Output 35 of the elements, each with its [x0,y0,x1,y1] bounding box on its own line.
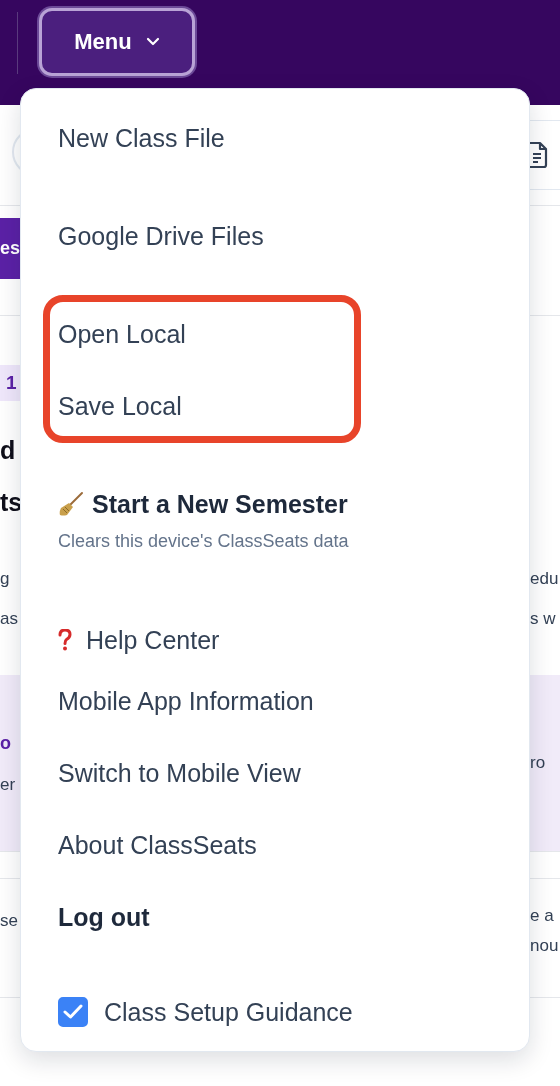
paragraph-text: s w [530,608,557,630]
menu-item[interactable]: Switch to Mobile View [21,737,529,809]
menu-item-label: Help Center [86,625,220,655]
menu-item[interactable]: Save Local [21,370,529,442]
paragraph-text: g [0,568,11,590]
question-icon [58,629,72,651]
menu-item[interactable]: Open Local [21,298,529,370]
callout-title: o [0,732,12,755]
callout-text: ro [530,752,547,774]
count-badge: 1 [0,365,21,401]
broom-icon [58,491,84,517]
menu-item[interactable]: About ClassSeats [21,809,529,881]
menu-item-label: Start a New Semester [92,489,348,520]
menu-button[interactable]: Menu [39,8,195,76]
checkmark-icon [63,1004,83,1020]
menu-item[interactable]: Log out [21,881,529,953]
paragraph-text: as [0,608,18,630]
menu-item[interactable]: Mobile App Information [21,665,529,737]
menu-item[interactable]: Google Drive Files [21,200,529,272]
menu-item[interactable]: Start a New Semester Clears this device's ClassSeats data [21,468,529,588]
chevron-down-icon [145,37,160,47]
footer-text: nou [530,935,560,957]
footer-text: e a [530,905,555,927]
checkbox[interactable] [58,997,88,1027]
menu-item[interactable]: Help Center [21,615,529,665]
page-heading: d [0,435,16,466]
menu-item[interactable]: New Class File [21,102,529,174]
footer-text: se [0,910,18,932]
menu-item[interactable]: Class Setup Guidance [21,976,529,1048]
callout-text: er [0,774,16,796]
menu-item-label: Class Setup Guidance [104,997,353,1027]
paragraph-text: edu [530,568,560,590]
page-heading: ts [0,487,23,518]
tab[interactable]: es [0,218,20,279]
menu-item-subtitle: Clears this device's ClassSeats data [58,530,350,553]
